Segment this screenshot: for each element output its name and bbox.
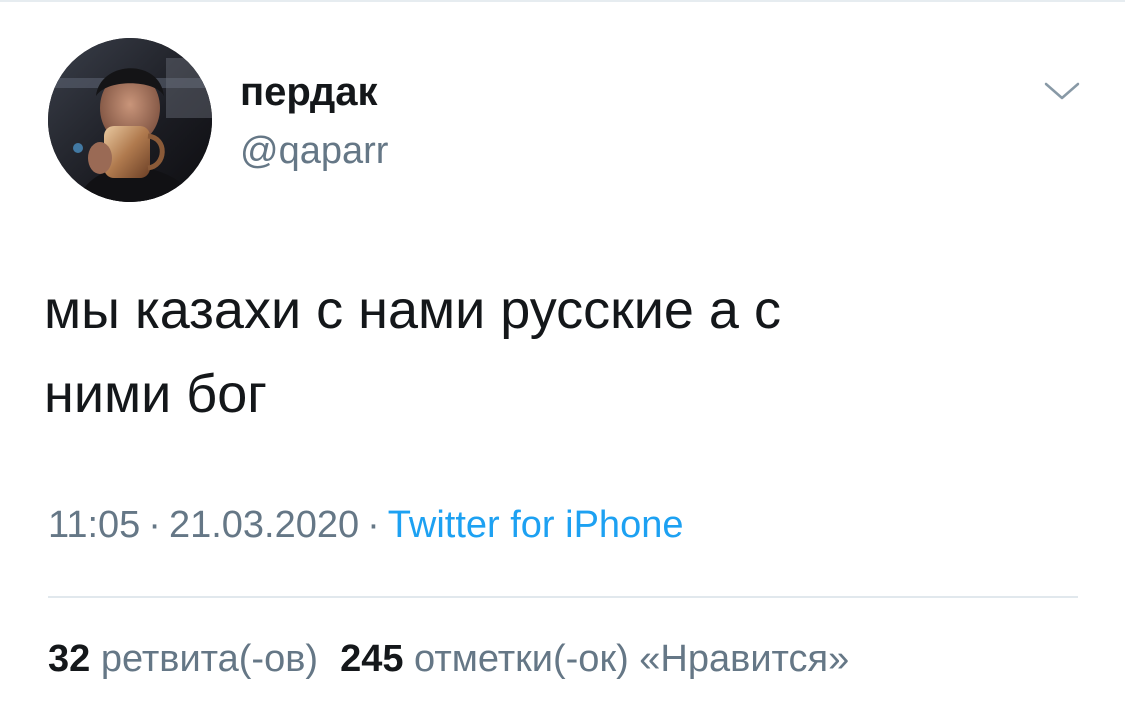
chevron-down-icon[interactable] <box>1040 74 1084 108</box>
tweet-stats: 32 ретвита(-ов) 245 отметки(-ок) «Нравитс… <box>48 634 849 684</box>
tweet-text: мы казахи с нами русские а с ними бог <box>44 268 1044 436</box>
tweet-meta: 11:05 · 21.03.2020 · Twitter for iPhone <box>48 500 683 550</box>
avatar[interactable] <box>48 38 212 202</box>
retweets-label: ретвита(-ов) <box>100 638 319 680</box>
retweets-count: 32 <box>48 638 91 680</box>
tweet-source-link[interactable]: Twitter for iPhone <box>388 504 684 546</box>
likes-label: отметки(-ок) «Нравится» <box>414 638 850 680</box>
meta-separator: · <box>367 504 380 546</box>
likes-count: 245 <box>340 638 404 680</box>
tweet-date[interactable]: 21.03.2020 <box>169 504 359 546</box>
retweets-stat[interactable]: 32 ретвита(-ов) <box>48 638 318 680</box>
tweet-text-line-2: ними бог <box>44 364 267 424</box>
tweet-card: пердак @qaparr мы казахи с нами русские … <box>0 0 1125 723</box>
meta-separator: · <box>148 504 161 546</box>
author-handle[interactable]: @qaparr <box>240 128 388 174</box>
author-display-name[interactable]: пердак <box>240 68 378 116</box>
tweet-text-line-1: мы казахи с нами русские а с <box>44 280 781 340</box>
stats-divider <box>48 596 1078 598</box>
likes-stat[interactable]: 245 отметки(-ок) «Нравится» <box>340 638 849 680</box>
tweet-time[interactable]: 11:05 <box>48 504 140 546</box>
avatar-photo <box>48 38 212 202</box>
